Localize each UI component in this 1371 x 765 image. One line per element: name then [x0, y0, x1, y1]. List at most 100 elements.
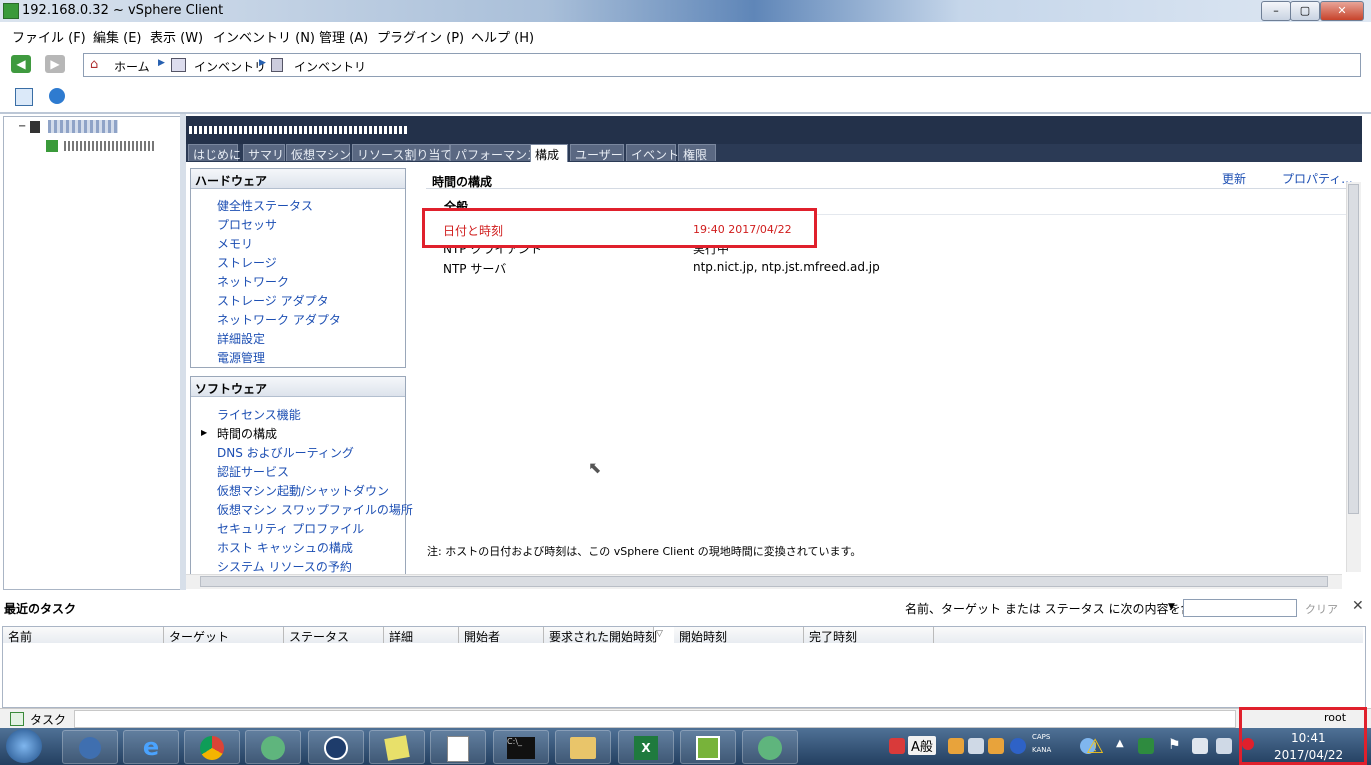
menu-edit[interactable]: 編集 (E): [93, 27, 142, 46]
tray-ime-tool-2-icon[interactable]: [968, 738, 984, 754]
home-icon[interactable]: ⌂: [90, 57, 98, 72]
taskbar-app-cmd-icon[interactable]: C:\_: [493, 730, 549, 764]
windows-taskbar: e C:\_ X A般 CAPS KANA ⚠ ▲ ⚑ 10:41 2017/0…: [0, 707, 1371, 765]
menu-view[interactable]: 表示 (W): [150, 27, 203, 46]
tab-configuration[interactable]: 構成: [530, 144, 568, 162]
hw-network[interactable]: ネットワーク: [217, 273, 289, 290]
hw-power-management[interactable]: 電源管理: [217, 349, 265, 366]
col-requested-start[interactable]: 要求された開始時刻: [544, 627, 657, 644]
col-target[interactable]: ターゲット: [164, 627, 284, 644]
tasks-button[interactable]: タスク: [30, 711, 66, 728]
taskbar-app-ie-icon[interactable]: e: [123, 730, 179, 764]
maximize-button[interactable]: ▢: [1290, 1, 1320, 21]
taskbar-app-atom-icon[interactable]: [245, 730, 301, 764]
add-host-icon[interactable]: [15, 88, 33, 106]
tray-ime-tool-3-icon[interactable]: [988, 738, 1004, 754]
menu-admin[interactable]: 管理 (A): [319, 27, 368, 46]
tab-summary[interactable]: サマリ: [243, 144, 285, 162]
sw-dns-routing[interactable]: DNS およびルーティング: [217, 444, 354, 461]
hw-processor[interactable]: プロセッサ: [217, 216, 277, 233]
hw-memory[interactable]: メモリ: [217, 235, 253, 252]
tab-events[interactable]: イベント: [626, 144, 679, 162]
scrollbar-thumb[interactable]: [200, 576, 1328, 587]
col-status[interactable]: ステータス: [284, 627, 384, 644]
taskbar-app-notes-icon[interactable]: [369, 730, 425, 764]
breadcrumb-inventory[interactable]: インベントリ: [194, 58, 266, 75]
sw-vm-swapfile[interactable]: 仮想マシン スワップファイルの場所: [217, 501, 413, 518]
host-name-redacted: [189, 126, 409, 134]
tab-vms[interactable]: 仮想マシン: [286, 144, 351, 162]
breadcrumb-home[interactable]: ホーム: [114, 58, 150, 75]
action-center-flag-icon[interactable]: ⚑: [1168, 737, 1181, 753]
menu-file[interactable]: ファイル (F): [12, 27, 86, 46]
minimize-button[interactable]: –: [1261, 1, 1291, 21]
hw-advanced-settings[interactable]: 詳細設定: [217, 330, 265, 347]
sw-time-config[interactable]: 時間の構成: [217, 425, 277, 442]
show-hidden-icons-icon[interactable]: ▲: [1116, 738, 1124, 749]
tree-expand-icon[interactable]: −: [18, 121, 26, 132]
network-icon[interactable]: [1216, 738, 1232, 754]
start-button[interactable]: [6, 729, 42, 763]
tab-getting-started[interactable]: はじめに: [188, 144, 241, 162]
back-arrow-icon[interactable]: ◀: [11, 55, 31, 73]
col-complete-time[interactable]: 完了時刻: [804, 627, 934, 644]
taskbar-app-chrome-icon[interactable]: [184, 730, 240, 764]
properties-link[interactable]: プロパティ...: [1282, 170, 1353, 187]
tab-performance[interactable]: パフォーマンス: [450, 144, 539, 162]
tray-ime-tool-1-icon[interactable]: [948, 738, 964, 754]
taskbar-app-viewer-icon[interactable]: [430, 730, 486, 764]
menu-inventory[interactable]: インベントリ (N): [213, 27, 315, 46]
close-icon[interactable]: ✕: [1352, 598, 1364, 614]
tray-device-icon[interactable]: [1192, 738, 1208, 754]
taskbar-app-vsphere-icon[interactable]: [680, 730, 736, 764]
col-details[interactable]: 詳細: [384, 627, 459, 644]
add-cluster-icon[interactable]: [49, 88, 65, 104]
sw-license[interactable]: ライセンス機能: [217, 406, 301, 423]
col-start-time[interactable]: 開始時刻: [674, 627, 804, 644]
vertical-scrollbar[interactable]: [1346, 182, 1361, 572]
breadcrumb-inventory-2[interactable]: インベントリ: [294, 58, 366, 75]
clear-button[interactable]: クリア: [1305, 601, 1338, 617]
volume-muted-icon[interactable]: [1242, 738, 1254, 750]
taskbar-app-excel-icon[interactable]: X: [618, 730, 674, 764]
sw-host-cache[interactable]: ホスト キャッシュの構成: [217, 539, 353, 556]
chevron-right-icon: ▶: [259, 58, 266, 68]
forward-arrow-icon[interactable]: ▶: [45, 55, 65, 73]
taskbar-app-sourcetree-icon[interactable]: [308, 730, 364, 764]
divider: [0, 112, 1371, 114]
clock-time[interactable]: 10:41: [1291, 731, 1326, 745]
clock-date[interactable]: 2017/04/22: [1274, 748, 1343, 762]
hw-storage-adapter[interactable]: ストレージ アダプタ: [217, 292, 329, 309]
menu-plugin[interactable]: プラグイン (P): [377, 27, 464, 46]
tree-host-item[interactable]: [64, 141, 154, 151]
taskbar-app-thunderbird-icon[interactable]: [62, 730, 118, 764]
tray-app-icon[interactable]: [1138, 738, 1154, 754]
ime-indicator[interactable]: A般: [908, 736, 936, 755]
taskbar-app-explorer-icon[interactable]: [555, 730, 611, 764]
hw-health-status[interactable]: 健全性ステータス: [217, 197, 313, 214]
tab-resource-allocation[interactable]: リソース割り当て: [352, 144, 452, 162]
refresh-link[interactable]: 更新: [1222, 170, 1246, 187]
menu-help[interactable]: ヘルプ (H): [471, 27, 534, 46]
taskbar-app-atom-2-icon[interactable]: [742, 730, 798, 764]
tab-users[interactable]: ユーザー: [570, 144, 624, 162]
task-filter-input[interactable]: [1183, 599, 1297, 617]
scrollbar-thumb[interactable]: [1348, 184, 1359, 514]
tray-antivirus-icon[interactable]: [889, 738, 905, 754]
sw-security-profile[interactable]: セキュリティ プロファイル: [217, 520, 364, 537]
col-name[interactable]: 名前: [3, 627, 164, 644]
sw-vm-startup[interactable]: 仮想マシン起動/シャットダウン: [217, 482, 389, 499]
close-button[interactable]: ✕: [1320, 1, 1364, 21]
sw-system-resources[interactable]: システム リソースの予約: [217, 558, 352, 575]
hw-storage[interactable]: ストレージ: [217, 254, 277, 271]
horizontal-scrollbar[interactable]: [186, 574, 1342, 589]
sort-arrow-icon: ▽: [656, 629, 663, 639]
sw-auth-services[interactable]: 認証サービス: [217, 463, 289, 480]
dropdown-arrow-icon[interactable]: ▼: [1168, 602, 1175, 612]
hw-network-adapter[interactable]: ネットワーク アダプタ: [217, 311, 341, 328]
tray-warning-icon[interactable]: ⚠: [1086, 734, 1104, 758]
tab-permissions[interactable]: 権限: [678, 144, 716, 162]
tree-root-item[interactable]: [48, 120, 118, 133]
tray-help-icon[interactable]: [1010, 738, 1026, 754]
col-initiated-by[interactable]: 開始者: [459, 627, 544, 644]
